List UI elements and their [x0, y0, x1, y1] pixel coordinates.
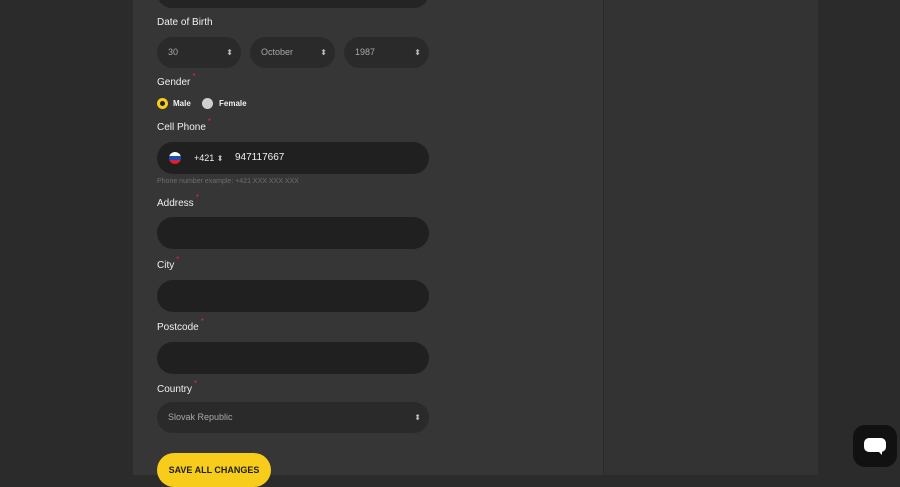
- dob-day-value: 30: [168, 47, 179, 57]
- chat-bubble-icon: [864, 438, 886, 452]
- select-arrows-icon: ⬍: [414, 413, 421, 422]
- select-arrows-icon: ⬍: [320, 48, 327, 57]
- phone-field: +421 ⬍ 947117667: [157, 142, 429, 174]
- dob-year-select[interactable]: 1987 ⬍: [344, 37, 429, 68]
- required-mark: *: [176, 255, 180, 264]
- country-label: Country*: [157, 379, 198, 395]
- address-input[interactable]: [157, 217, 429, 249]
- gender-male-radio[interactable]: [157, 98, 168, 109]
- gender-female-radio[interactable]: [202, 98, 213, 109]
- slovakia-flag-icon: [169, 152, 181, 164]
- required-mark: *: [195, 193, 199, 202]
- required-mark: *: [200, 317, 204, 326]
- phone-label: Cell Phone*: [157, 117, 212, 133]
- select-arrows-icon: ⬍: [226, 48, 233, 57]
- country-code-select[interactable]: +421 ⬍: [194, 142, 224, 175]
- city-input[interactable]: [157, 280, 429, 312]
- postcode-input[interactable]: [157, 342, 429, 374]
- city-label: City*: [157, 255, 180, 271]
- dob-day-select[interactable]: 30 ⬍: [157, 37, 241, 68]
- dob-year-value: 1987: [355, 47, 376, 57]
- chat-bubble-tail: [877, 450, 882, 455]
- dob-label: Date of Birth: [157, 17, 213, 28]
- required-mark: *: [194, 379, 198, 388]
- previous-field-input[interactable]: [157, 0, 429, 8]
- dob-month-value: October: [261, 47, 294, 57]
- select-arrows-icon: ⬍: [216, 154, 224, 163]
- phone-number-input[interactable]: 947117667: [235, 142, 284, 174]
- required-mark: *: [207, 117, 212, 126]
- select-arrows-icon: ⬍: [414, 48, 421, 57]
- side-panel: [603, 0, 818, 475]
- gender-male-label[interactable]: Male: [173, 98, 191, 109]
- gender-female-label[interactable]: Female: [219, 98, 247, 109]
- phone-hint: Phone number example: +421 XXX XXX XXX: [157, 178, 299, 185]
- address-label: Address*: [157, 193, 199, 209]
- country-value: Slovak Republic: [168, 412, 233, 422]
- gender-label: Gender*: [157, 72, 196, 88]
- postcode-label: Postcode*: [157, 317, 204, 333]
- dob-month-select[interactable]: October ⬍: [250, 37, 335, 68]
- save-all-changes-button[interactable]: SAVE ALL CHANGES: [157, 453, 271, 487]
- chat-widget-button[interactable]: [853, 425, 897, 467]
- country-select[interactable]: Slovak Republic ⬍: [157, 402, 429, 433]
